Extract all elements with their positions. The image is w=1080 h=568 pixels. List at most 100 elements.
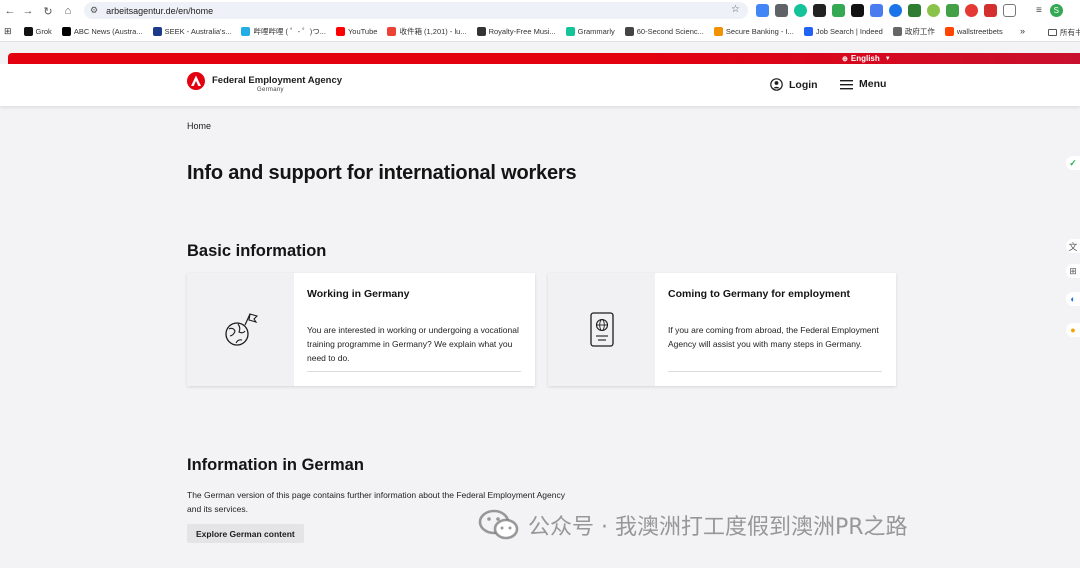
- bookmark-item[interactable]: Job Search | Indeed: [803, 27, 883, 36]
- record-extension-icon[interactable]: [984, 4, 997, 17]
- chat-extension-icon[interactable]: [889, 4, 902, 17]
- grid-extension-icon[interactable]: [775, 4, 788, 17]
- forward-icon[interactable]: →: [18, 1, 38, 21]
- bookmark-favicon-icon: [565, 27, 575, 36]
- bookmark-label: 政府工作: [904, 27, 935, 36]
- dark-extension-icon[interactable]: [813, 4, 826, 17]
- bookmark-label: ABC News (Austra...: [73, 27, 143, 36]
- site-info-icon[interactable]: ⚙: [90, 5, 98, 16]
- address-bar[interactable]: ⚙ arbeitsagentur.de/en/home ☆: [84, 2, 748, 19]
- explore-german-content-button[interactable]: Explore German content: [187, 524, 304, 543]
- wechat-watermark: 公众号 · 我澳洲打工度假到澳洲PR之路: [478, 508, 908, 542]
- card-title[interactable]: Working in Germany: [307, 288, 410, 300]
- globe-flag-icon: [224, 312, 258, 346]
- bookmark-label: YouTube: [347, 27, 378, 36]
- bookmark-label: 收件箱 (1,201) - lu...: [399, 27, 467, 36]
- bookmark-favicon-icon: [476, 27, 486, 36]
- card-image: [187, 273, 294, 386]
- bookmarks-bar: ⊞ Grok ABC News (Austra... SEEK - Australi…: [0, 22, 1080, 42]
- bookmark-item[interactable]: Secure Banking - I...: [713, 27, 794, 36]
- bookmark-label: Job Search | Indeed: [815, 27, 883, 36]
- information-in-german-heading: Information in German: [187, 456, 364, 474]
- menu-button[interactable]: Menu: [840, 78, 886, 90]
- card-coming-to-germany[interactable]: Coming to Germany for employment If you …: [548, 273, 896, 386]
- bookmark-favicon-icon: [803, 27, 813, 36]
- back-icon[interactable]: ←: [0, 1, 20, 21]
- bookmark-label: 60-Second Scienc...: [636, 27, 704, 36]
- card-description: You are interested in working or undergo…: [307, 325, 519, 363]
- translate-extension-icon[interactable]: [756, 4, 769, 17]
- card-description: If you are coming from abroad, the Feder…: [668, 325, 879, 349]
- puzzle-extension-icon[interactable]: [1003, 4, 1016, 17]
- bookmark-favicon-icon: [23, 27, 33, 36]
- page-title: Info and support for international worke…: [187, 162, 577, 184]
- screen-extension-icon[interactable]: [870, 4, 883, 17]
- extensions-area: [756, 4, 1016, 17]
- bookmark-favicon-icon: [944, 27, 954, 36]
- language-selector[interactable]: ⊕ English ▼: [842, 53, 891, 64]
- bookmark-favicon-icon: [387, 27, 397, 36]
- breadcrumb[interactable]: Home: [187, 121, 211, 131]
- translate-tool-icon[interactable]: 文: [1066, 239, 1080, 253]
- bookmark-item[interactable]: ABC News (Austra...: [61, 27, 143, 36]
- bookmark-label: 哔哩哔哩 ( ゜- ゜)つ...: [253, 27, 326, 36]
- chevron-down-icon: ▼: [884, 55, 891, 62]
- bookmarks-overflow-icon[interactable]: »: [1020, 26, 1025, 36]
- bookmark-favicon-icon: [61, 27, 71, 36]
- agency-name[interactable]: Federal Employment Agency: [212, 75, 342, 86]
- bookmark-item[interactable]: 哔哩哔哩 ( ゜- ゜)つ...: [241, 26, 326, 37]
- bookmark-item[interactable]: Grammarly: [565, 27, 615, 36]
- assistant-icon[interactable]: ✓: [1066, 156, 1080, 170]
- card-working-in-germany[interactable]: Working in Germany You are interested in…: [187, 273, 535, 386]
- image-extension-icon[interactable]: [908, 4, 921, 17]
- bookmark-item[interactable]: 60-Second Scienc...: [624, 27, 704, 36]
- tab-search-icon[interactable]: ≡: [1036, 5, 1042, 16]
- grid-tool-icon[interactable]: ⊞: [1066, 264, 1080, 278]
- hamburger-icon: [840, 79, 853, 89]
- leaf-extension-icon[interactable]: [927, 4, 940, 17]
- reload-icon[interactable]: ↻: [38, 1, 58, 21]
- brand-red-bar: [8, 53, 1080, 64]
- speed-extension-icon[interactable]: [946, 4, 959, 17]
- bookmark-favicon-icon: [152, 27, 162, 36]
- bookmark-favicon-icon: [335, 27, 345, 36]
- home-icon[interactable]: ⌂: [58, 1, 78, 21]
- card-image: [548, 273, 655, 386]
- card-divider: [307, 371, 521, 372]
- bookmark-item[interactable]: YouTube: [335, 27, 378, 36]
- chrome-tool-icon[interactable]: ●: [1066, 323, 1080, 337]
- all-bookmarks-folder[interactable]: 所有书: [1048, 27, 1080, 38]
- browser-right-controls: ≡ S: [1036, 4, 1063, 17]
- bookmark-item[interactable]: 收件箱 (1,201) - lu...: [387, 26, 467, 37]
- card-divider: [668, 371, 882, 372]
- wechat-icon: [478, 509, 519, 540]
- bookmark-item[interactable]: 政府工作: [892, 26, 935, 37]
- browser-toolbar: ← → ↻ ⌂ ⚙ arbeitsagentur.de/en/home ☆ ≡ …: [0, 0, 1080, 22]
- watermark-text: 公众号 · 我澳洲打工度假到澳洲PR之路: [528, 515, 908, 540]
- site-header: Federal Employment Agency Germany Login …: [0, 64, 1080, 106]
- bookmark-favicon-icon: [241, 27, 251, 36]
- user-icon: [770, 78, 783, 91]
- bookmark-item[interactable]: Royalty-Free Musi...: [476, 27, 556, 36]
- reader-tool-icon[interactable]: ◐: [1066, 292, 1080, 306]
- passport-icon: [589, 311, 614, 347]
- bookmark-favicon-icon: [713, 27, 723, 36]
- bookmark-favicon-icon: [624, 27, 634, 36]
- login-button[interactable]: Login: [770, 78, 818, 91]
- agency-country: Germany: [257, 87, 284, 93]
- bookmark-item[interactable]: Grok: [23, 27, 52, 36]
- grammarly-extension-icon[interactable]: [794, 4, 807, 17]
- bookmark-item[interactable]: wallstreetbets: [944, 27, 1003, 36]
- url-text: arbeitsagentur.de/en/home: [106, 5, 214, 16]
- bookmark-item[interactable]: SEEK - Australia's...: [152, 27, 231, 36]
- bookmark-star-icon[interactable]: ☆: [731, 4, 740, 15]
- agency-logo-icon[interactable]: [187, 72, 205, 90]
- bookmark-label: Royalty-Free Musi...: [488, 27, 556, 36]
- notion-extension-icon[interactable]: [851, 4, 864, 17]
- basic-information-heading: Basic information: [187, 242, 327, 260]
- apps-icon[interactable]: ⊞: [4, 26, 12, 37]
- card-title[interactable]: Coming to Germany for employment: [668, 288, 850, 300]
- shield-extension-icon[interactable]: [832, 4, 845, 17]
- adblock-extension-icon[interactable]: [965, 4, 978, 17]
- profile-avatar[interactable]: S: [1049, 4, 1063, 17]
